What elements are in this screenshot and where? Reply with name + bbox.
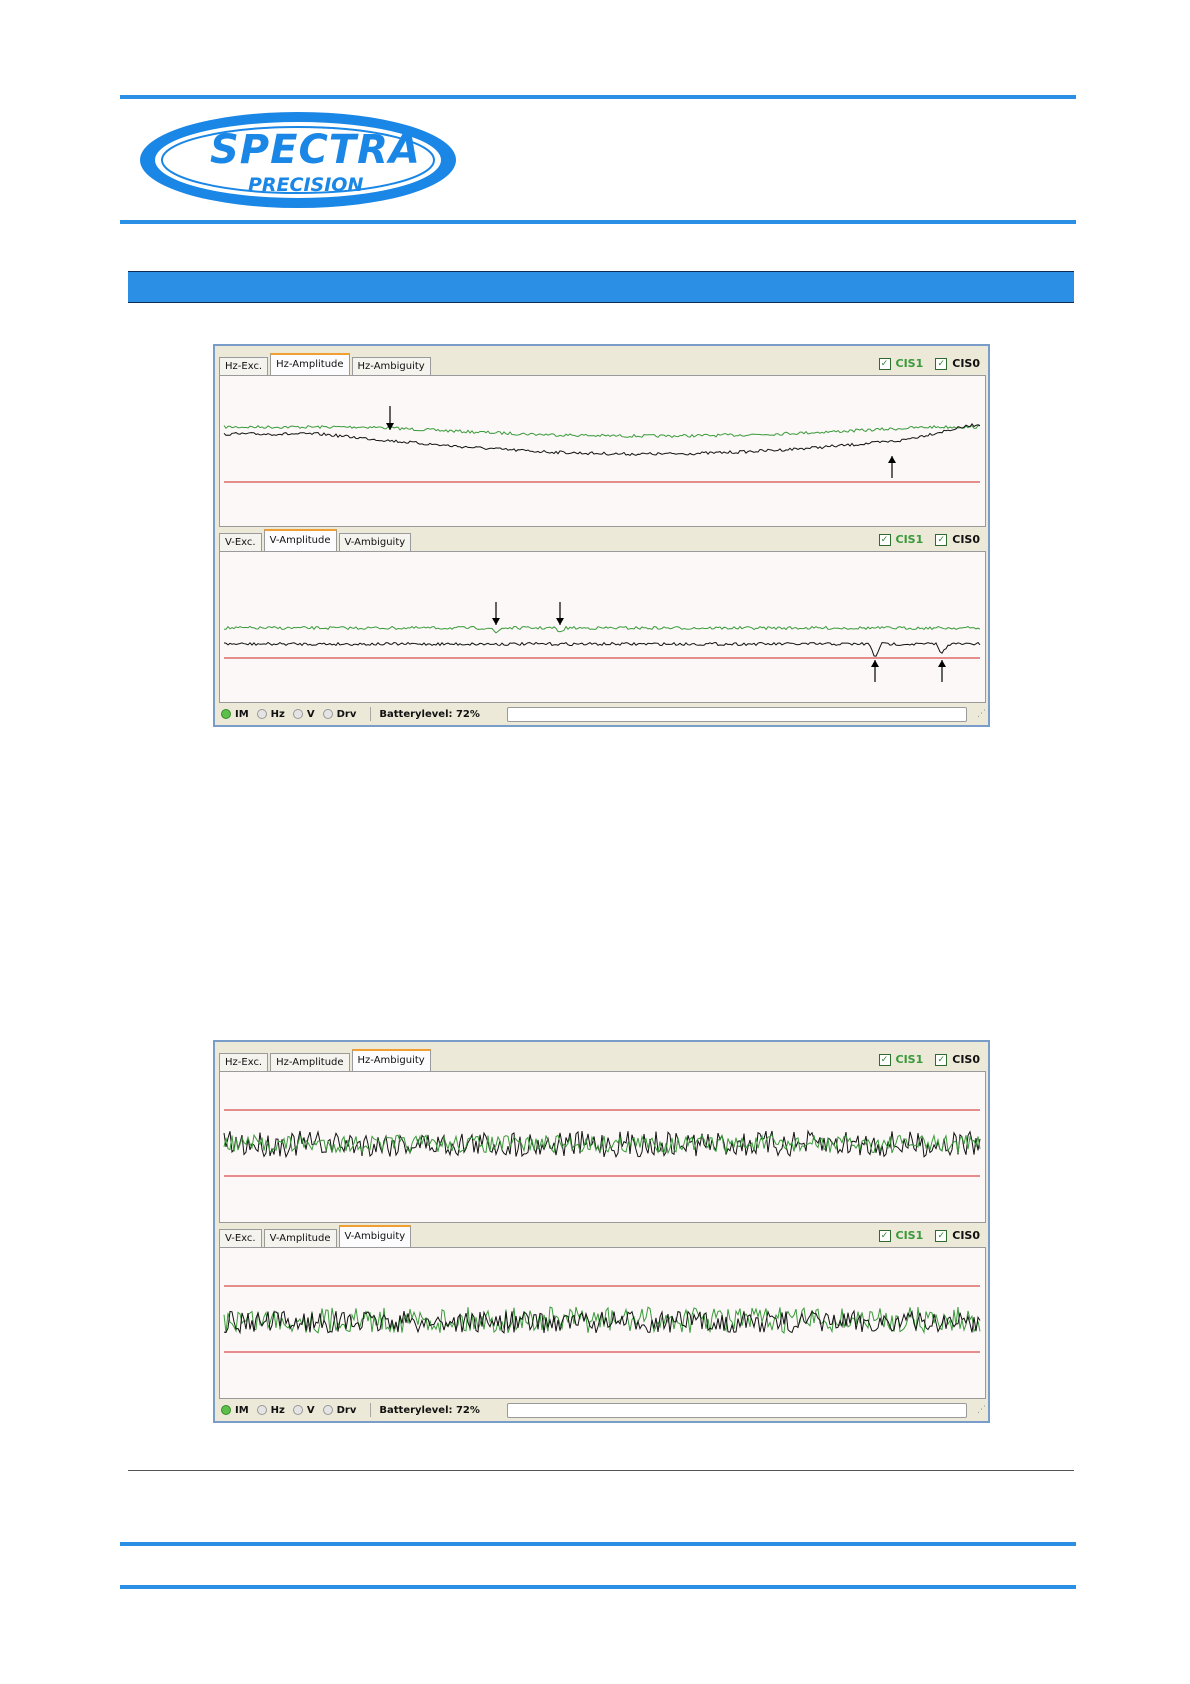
indicator-led-icon [322,1405,333,1415]
indicator-led-icon [221,709,231,719]
cis1-trace [223,625,981,634]
cis0-label: CIS0 [952,1229,980,1242]
cis1-label: CIS1 [895,1053,924,1066]
screenshot-amplitude: Hz-Exc. Hz-Amplitude Hz-Ambiguity ✓ CIS1… [213,344,990,727]
tab-v-ambiguity[interactable]: V-Ambiguity [338,1225,412,1247]
checkbox-tick-icon: ✓ [878,357,891,370]
spectra-precision-logo: SPECTRA PRECISION [136,108,461,212]
v-series-toggles: ✓ CIS1 ✓ CIS0 [878,533,980,546]
cis1-label: CIS1 [895,533,924,546]
tab-hz-ambiguity[interactable]: Hz-Ambiguity [351,357,431,375]
progress-bar [507,706,968,722]
status-v: V [291,709,315,720]
hz-series-toggles: ✓ CIS1 ✓ CIS0 [878,357,980,370]
section-heading-bar [128,271,1074,303]
v-series-toggles: ✓ CIS1 ✓ CIS0 [878,1229,980,1242]
indicator-led-icon [256,1405,267,1415]
footer-rule-2 [120,1585,1076,1589]
indicator-led-icon [292,709,303,719]
progress-bar [507,1402,968,1418]
status-hz: Hz [255,709,285,720]
header-bottom-rule [120,220,1076,224]
marker-arrow-head [556,618,564,625]
tab-hz-ambiguity[interactable]: Hz-Ambiguity [351,1049,431,1071]
checkbox-tick-icon: ✓ [935,533,948,546]
cis0-checkbox[interactable]: ✓ CIS0 [935,1053,980,1066]
tab-hz-amplitude[interactable]: Hz-Amplitude [270,353,350,375]
cis0-label: CIS0 [952,357,980,370]
cis1-label: CIS1 [895,357,924,370]
cis0-label: CIS0 [952,1053,980,1066]
cis0-label: CIS0 [952,533,980,546]
separator [370,1403,372,1417]
screenshot-ambiguity: Hz-Exc. Hz-Amplitude Hz-Ambiguity ✓ CIS1… [213,1040,990,1423]
marker-arrow-head [492,618,500,625]
hz-panel: Hz-Exc. Hz-Amplitude Hz-Ambiguity ✓ CIS1… [219,351,986,527]
tab-v-exc[interactable]: V-Exc. [219,1229,262,1247]
cis0-trace [223,641,981,657]
status-drv: Drv [321,709,356,720]
cis0-trace [223,423,981,457]
hz-tabs: Hz-Exc. Hz-Amplitude Hz-Ambiguity [219,353,433,375]
status-bar: IM Hz V Drv Batterylevel: 72% ⋰ [219,1401,986,1419]
status-bar: IM Hz V Drv Batterylevel: 72% ⋰ [219,705,986,723]
cis0-checkbox[interactable]: ✓ CIS0 [935,357,980,370]
tab-v-amplitude[interactable]: V-Amplitude [263,1229,337,1247]
tab-hz-amplitude[interactable]: Hz-Amplitude [270,1053,350,1071]
tab-v-exc[interactable]: V-Exc. [219,533,262,551]
indicator-led-icon [221,1405,231,1415]
checkbox-tick-icon: ✓ [935,1229,948,1242]
v-tabs: V-Exc. V-Amplitude V-Ambiguity [219,529,413,551]
hz-series-toggles: ✓ CIS1 ✓ CIS0 [878,1053,980,1066]
checkbox-tick-icon: ✓ [878,533,891,546]
status-im: IM [219,1405,249,1416]
checkbox-tick-icon: ✓ [878,1053,891,1066]
footer-rule-1 [120,1542,1076,1546]
marker-arrow-head [888,456,896,463]
svg-text:SPECTRA: SPECTRA [210,127,421,173]
svg-text:PRECISION: PRECISION [248,174,363,196]
v-amplitude-plot [219,551,986,703]
cis1-checkbox[interactable]: ✓ CIS1 [878,357,924,370]
header-top-rule [120,95,1076,99]
hz-ambiguity-plot [219,1071,986,1223]
marker-arrow-head [938,660,946,667]
status-drv: Drv [321,1405,356,1416]
checkbox-tick-icon: ✓ [935,357,948,370]
resize-grip-icon[interactable]: ⋰ [977,709,986,719]
status-im: IM [219,709,249,720]
cis0-trace [223,1309,981,1335]
v-panel: V-Exc. V-Amplitude V-Ambiguity ✓ CIS1 ✓ … [219,1223,986,1399]
hz-tabs: Hz-Exc. Hz-Amplitude Hz-Ambiguity [219,1049,433,1071]
tab-hz-exc[interactable]: Hz-Exc. [219,1053,269,1071]
cis0-checkbox[interactable]: ✓ CIS0 [935,533,980,546]
checkbox-tick-icon: ✓ [935,1053,948,1066]
cis1-checkbox[interactable]: ✓ CIS1 [878,533,924,546]
tab-v-ambiguity[interactable]: V-Ambiguity [338,533,412,551]
resize-grip-icon[interactable]: ⋰ [977,1405,986,1415]
status-v: V [291,1405,315,1416]
marker-arrow-head [871,660,879,667]
battery-level: Batterylevel: 72% [379,708,480,720]
footer-separator [128,1470,1074,1471]
tab-v-amplitude[interactable]: V-Amplitude [263,529,337,551]
marker-arrow-head [386,423,394,430]
indicator-led-icon [322,709,333,719]
hz-panel: Hz-Exc. Hz-Amplitude Hz-Ambiguity ✓ CIS1… [219,1047,986,1223]
cis0-checkbox[interactable]: ✓ CIS0 [935,1229,980,1242]
checkbox-tick-icon: ✓ [878,1229,891,1242]
v-tabs: V-Exc. V-Amplitude V-Ambiguity [219,1225,413,1247]
status-hz: Hz [255,1405,285,1416]
cis1-label: CIS1 [895,1229,924,1242]
hz-amplitude-plot [219,375,986,527]
cis1-checkbox[interactable]: ✓ CIS1 [878,1229,924,1242]
battery-level: Batterylevel: 72% [379,1404,480,1416]
tab-hz-exc[interactable]: Hz-Exc. [219,357,269,375]
v-panel: V-Exc. V-Amplitude V-Ambiguity ✓ CIS1 ✓ … [219,527,986,703]
indicator-led-icon [292,1405,303,1415]
indicator-led-icon [256,709,267,719]
v-ambiguity-plot [219,1247,986,1399]
cis1-checkbox[interactable]: ✓ CIS1 [878,1053,924,1066]
separator [370,707,372,721]
